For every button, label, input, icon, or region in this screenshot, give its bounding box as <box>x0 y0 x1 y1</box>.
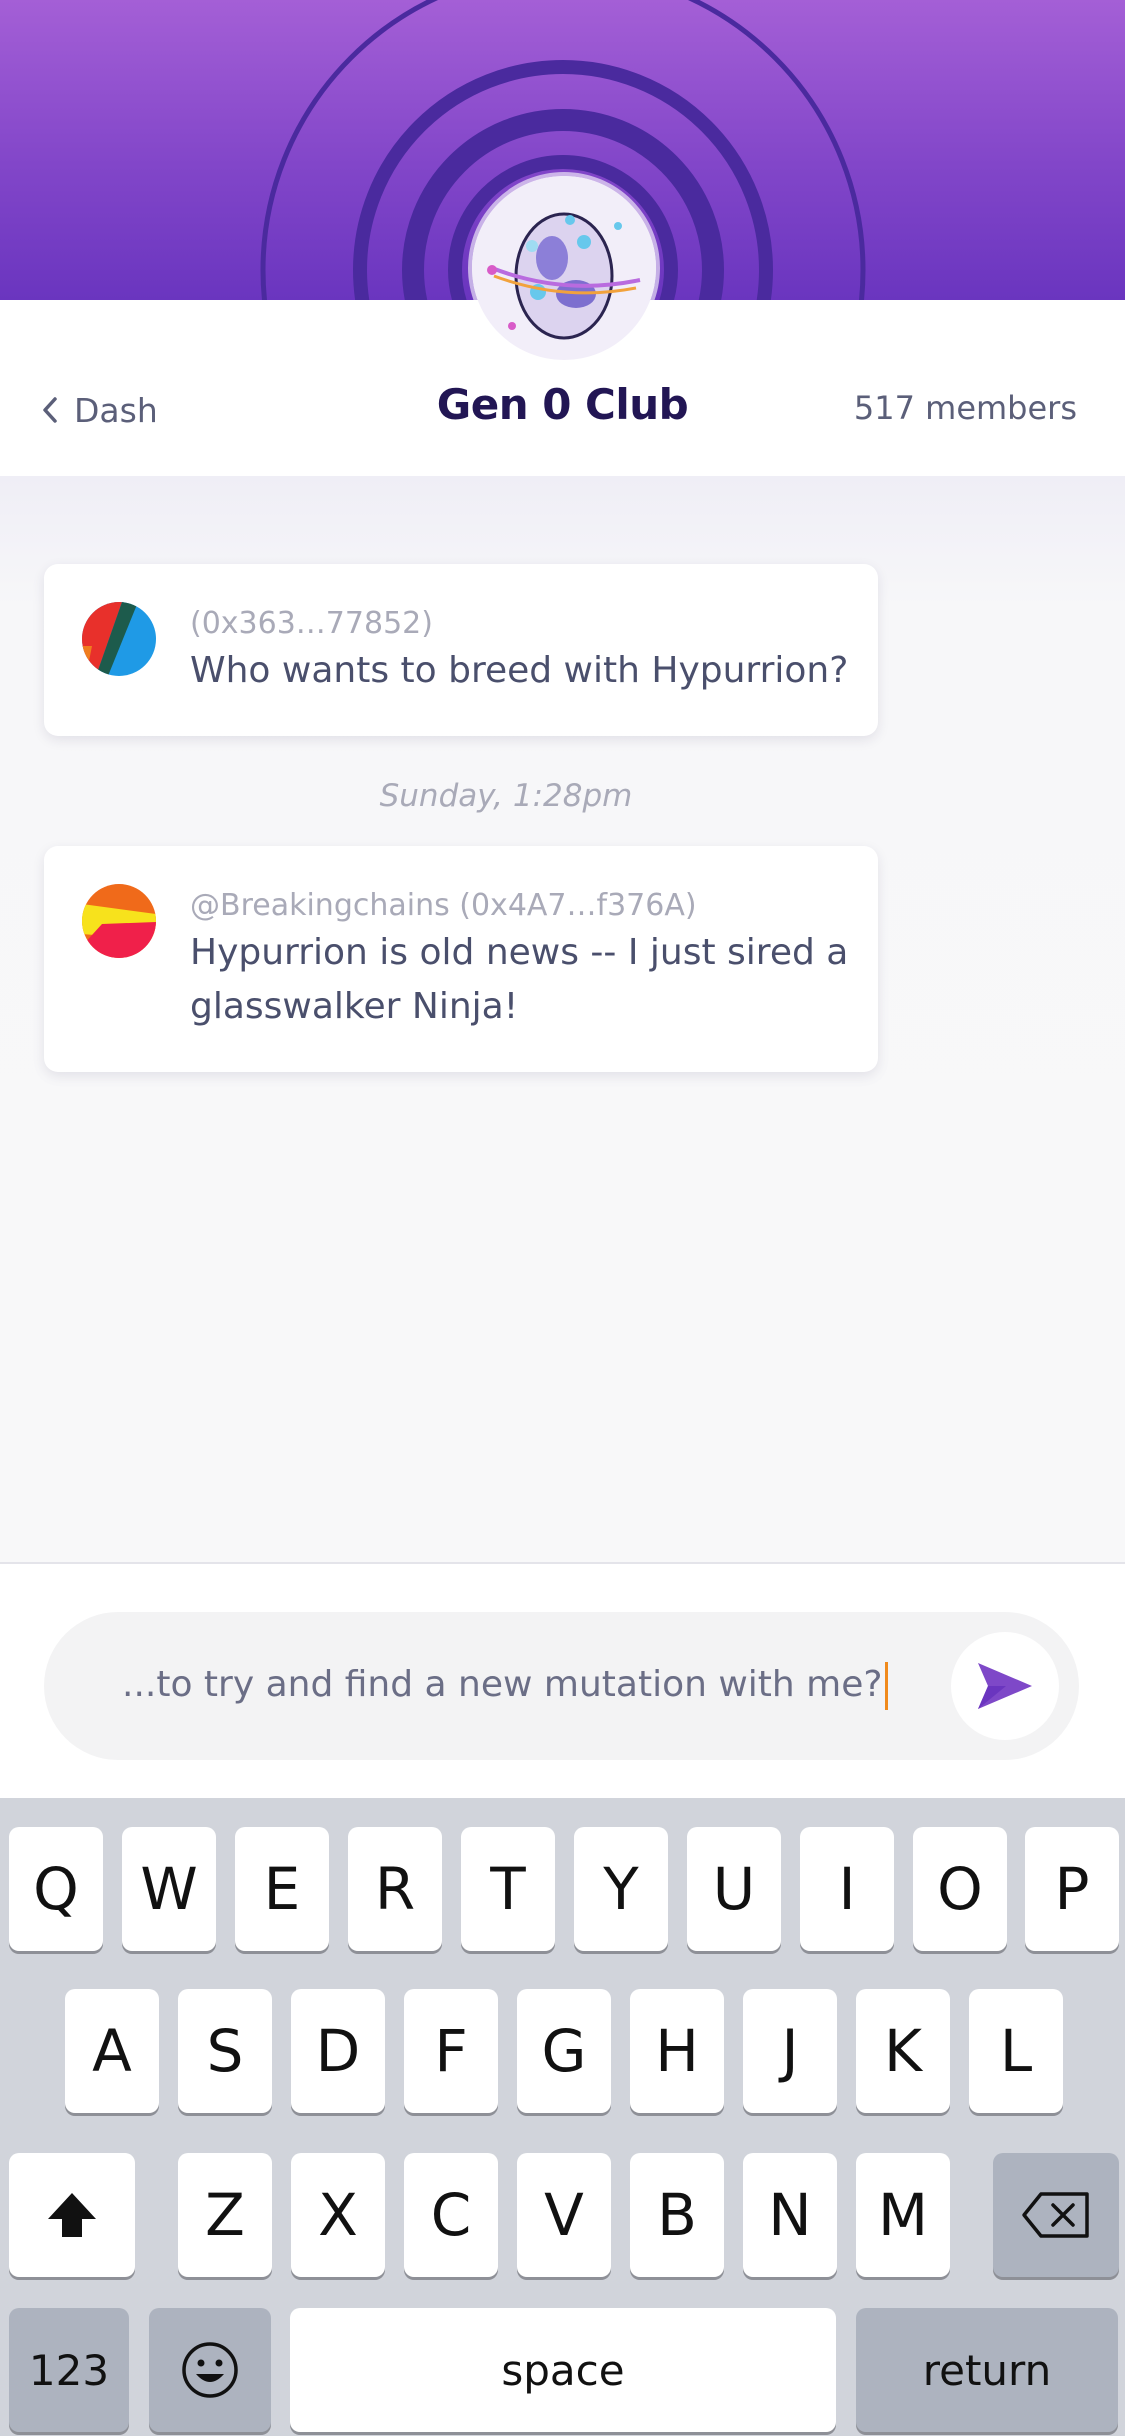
club-egg-avatar <box>472 176 656 360</box>
key-t[interactable]: T <box>461 1827 555 1951</box>
message-card: (0x363…77852) Who wants to breed with Hy… <box>44 564 878 736</box>
space-key[interactable]: space <box>290 2308 836 2432</box>
message-card: @Breakingchains (0x4A7…f376A) Hypurrion … <box>44 846 878 1072</box>
key-n[interactable]: N <box>743 2153 837 2277</box>
avatar-icon <box>82 602 156 676</box>
numbers-key[interactable]: 123 <box>9 2308 129 2432</box>
key-c[interactable]: C <box>404 2153 498 2277</box>
key-k[interactable]: K <box>856 1989 950 2113</box>
on-screen-keyboard: Q W E R T Y U I O P A S D F G H J K L Z … <box>0 1798 1125 2436</box>
message-text: Hypurrion is old news -- I just sired a … <box>190 932 849 1027</box>
message-sender: (0x363…77852) <box>190 606 433 641</box>
key-p[interactable]: P <box>1025 1827 1119 1951</box>
shift-key[interactable] <box>9 2153 135 2277</box>
key-o[interactable]: O <box>913 1827 1007 1951</box>
egg-icon <box>472 176 656 360</box>
message-sender: @Breakingchains (0x4A7…f376A) <box>190 888 697 923</box>
user-avatar[interactable] <box>82 884 156 958</box>
key-j[interactable]: J <box>743 1989 837 2113</box>
key-b[interactable]: B <box>630 2153 724 2277</box>
message-text: Who wants to breed with Hypurrion? <box>190 650 849 691</box>
avatar-icon <box>82 884 156 958</box>
key-f[interactable]: F <box>404 1989 498 2113</box>
key-d[interactable]: D <box>291 1989 385 2113</box>
backspace-icon <box>1022 2192 1089 2238</box>
key-r[interactable]: R <box>348 1827 442 1951</box>
emoji-icon <box>182 2342 238 2398</box>
key-i[interactable]: I <box>800 1827 894 1951</box>
key-z[interactable]: Z <box>178 2153 272 2277</box>
message-input-value: ...to try and find a new mutation with m… <box>122 1664 883 1705</box>
send-button[interactable] <box>951 1632 1059 1740</box>
message-feed[interactable]: (0x363…77852) Who wants to breed with Hy… <box>0 476 1125 1562</box>
user-avatar[interactable] <box>82 602 156 676</box>
return-key[interactable]: return <box>856 2308 1118 2432</box>
shift-arrow-icon <box>48 2193 96 2237</box>
message-timestamp: Sunday, 1:28pm <box>379 778 633 814</box>
key-u[interactable]: U <box>687 1827 781 1951</box>
message-composer: ...to try and find a new mutation with m… <box>0 1564 1125 1798</box>
delete-key[interactable] <box>993 2153 1119 2277</box>
key-a[interactable]: A <box>65 1989 159 2113</box>
key-e[interactable]: E <box>235 1827 329 1951</box>
text-caret <box>884 1662 888 1710</box>
send-icon <box>978 1663 1032 1709</box>
members-count-link[interactable]: 517 members <box>854 389 1077 427</box>
key-x[interactable]: X <box>291 2153 385 2277</box>
key-l[interactable]: L <box>969 1989 1063 2113</box>
key-m[interactable]: M <box>856 2153 950 2277</box>
key-w[interactable]: W <box>122 1827 216 1951</box>
key-g[interactable]: G <box>517 1989 611 2113</box>
key-s[interactable]: S <box>178 1989 272 2113</box>
emoji-key[interactable] <box>149 2308 271 2432</box>
key-v[interactable]: V <box>517 2153 611 2277</box>
key-h[interactable]: H <box>630 1989 724 2113</box>
message-input[interactable]: ...to try and find a new mutation with m… <box>44 1612 1079 1760</box>
key-q[interactable]: Q <box>9 1827 103 1951</box>
key-y[interactable]: Y <box>574 1827 668 1951</box>
